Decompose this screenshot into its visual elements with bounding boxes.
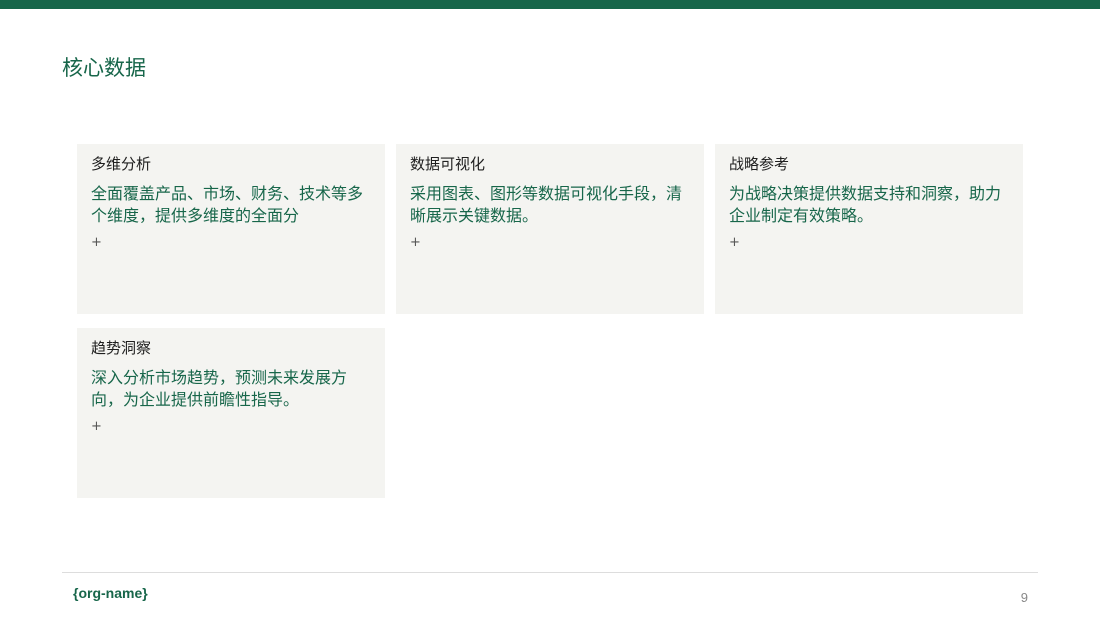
footer-org-name: {org-name} [73,585,148,601]
expand-plus-icon[interactable]: + [729,235,1009,251]
page-number: 9 [1020,590,1028,605]
card-title: 战略参考 [729,155,790,173]
expand-plus-icon[interactable]: + [91,235,371,251]
card-description: 为战略决策提供数据支持和洞察，助力企业制定有效策略。 [729,184,1002,225]
card-multidimensional-analysis: 多维分析 全面覆盖产品、市场、财务、技术等多个维度，提供多维度的全面分 + [77,144,385,314]
expand-plus-icon[interactable]: + [410,235,690,251]
card-description: 采用图表、图形等数据可视化手段，清晰展示关键数据。 [410,184,683,225]
card-title: 趋势洞察 [91,339,152,357]
card-description: 全面覆盖产品、市场、财务、技术等多个维度，提供多维度的全面分 [91,184,364,225]
card-description: 深入分析市场趋势，预测未来发展方向，为企业提供前瞻性指导。 [91,368,348,409]
expand-plus-icon[interactable]: + [91,419,371,435]
card-title: 多维分析 [91,155,152,173]
page-title: 核心数据 [62,56,146,80]
top-accent-bar [0,0,1100,9]
card-data-visualization: 数据可视化 采用图表、图形等数据可视化手段，清晰展示关键数据。 + [396,144,704,314]
card-trend-insight: 趋势洞察 深入分析市场趋势，预测未来发展方向，为企业提供前瞻性指导。 + [77,328,385,498]
card-title: 数据可视化 [410,155,486,173]
card-strategic-reference: 战略参考 为战略决策提供数据支持和洞察，助力企业制定有效策略。 + [715,144,1023,314]
footer-divider [62,572,1038,573]
